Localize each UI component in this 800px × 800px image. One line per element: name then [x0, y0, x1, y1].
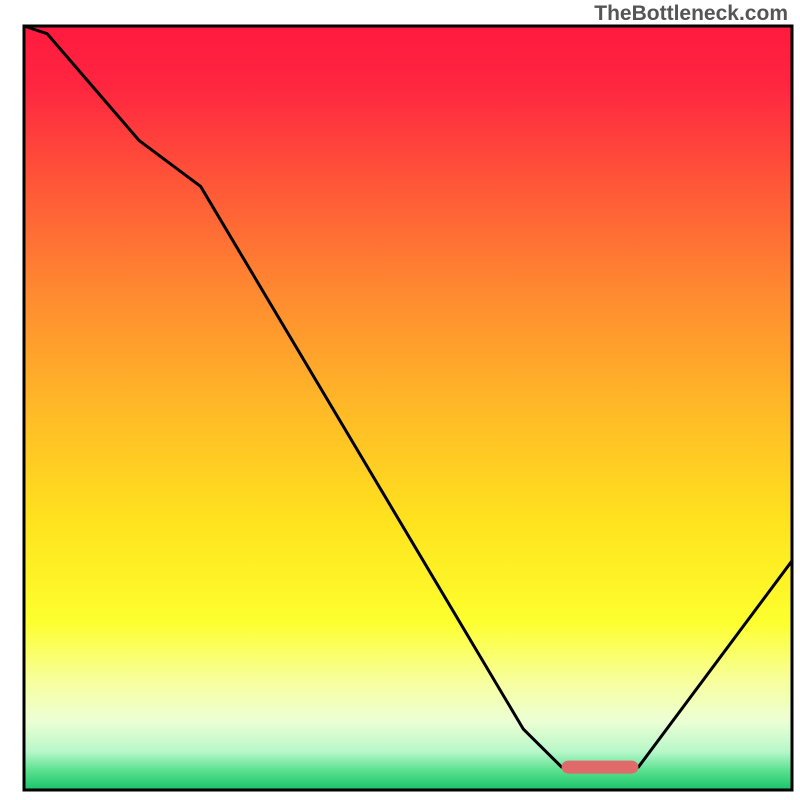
chart-container: TheBottleneck.com	[0, 0, 800, 800]
bottleneck-chart	[0, 0, 800, 800]
watermark-label: TheBottleneck.com	[594, 2, 788, 26]
optimal-range-marker	[562, 761, 639, 774]
